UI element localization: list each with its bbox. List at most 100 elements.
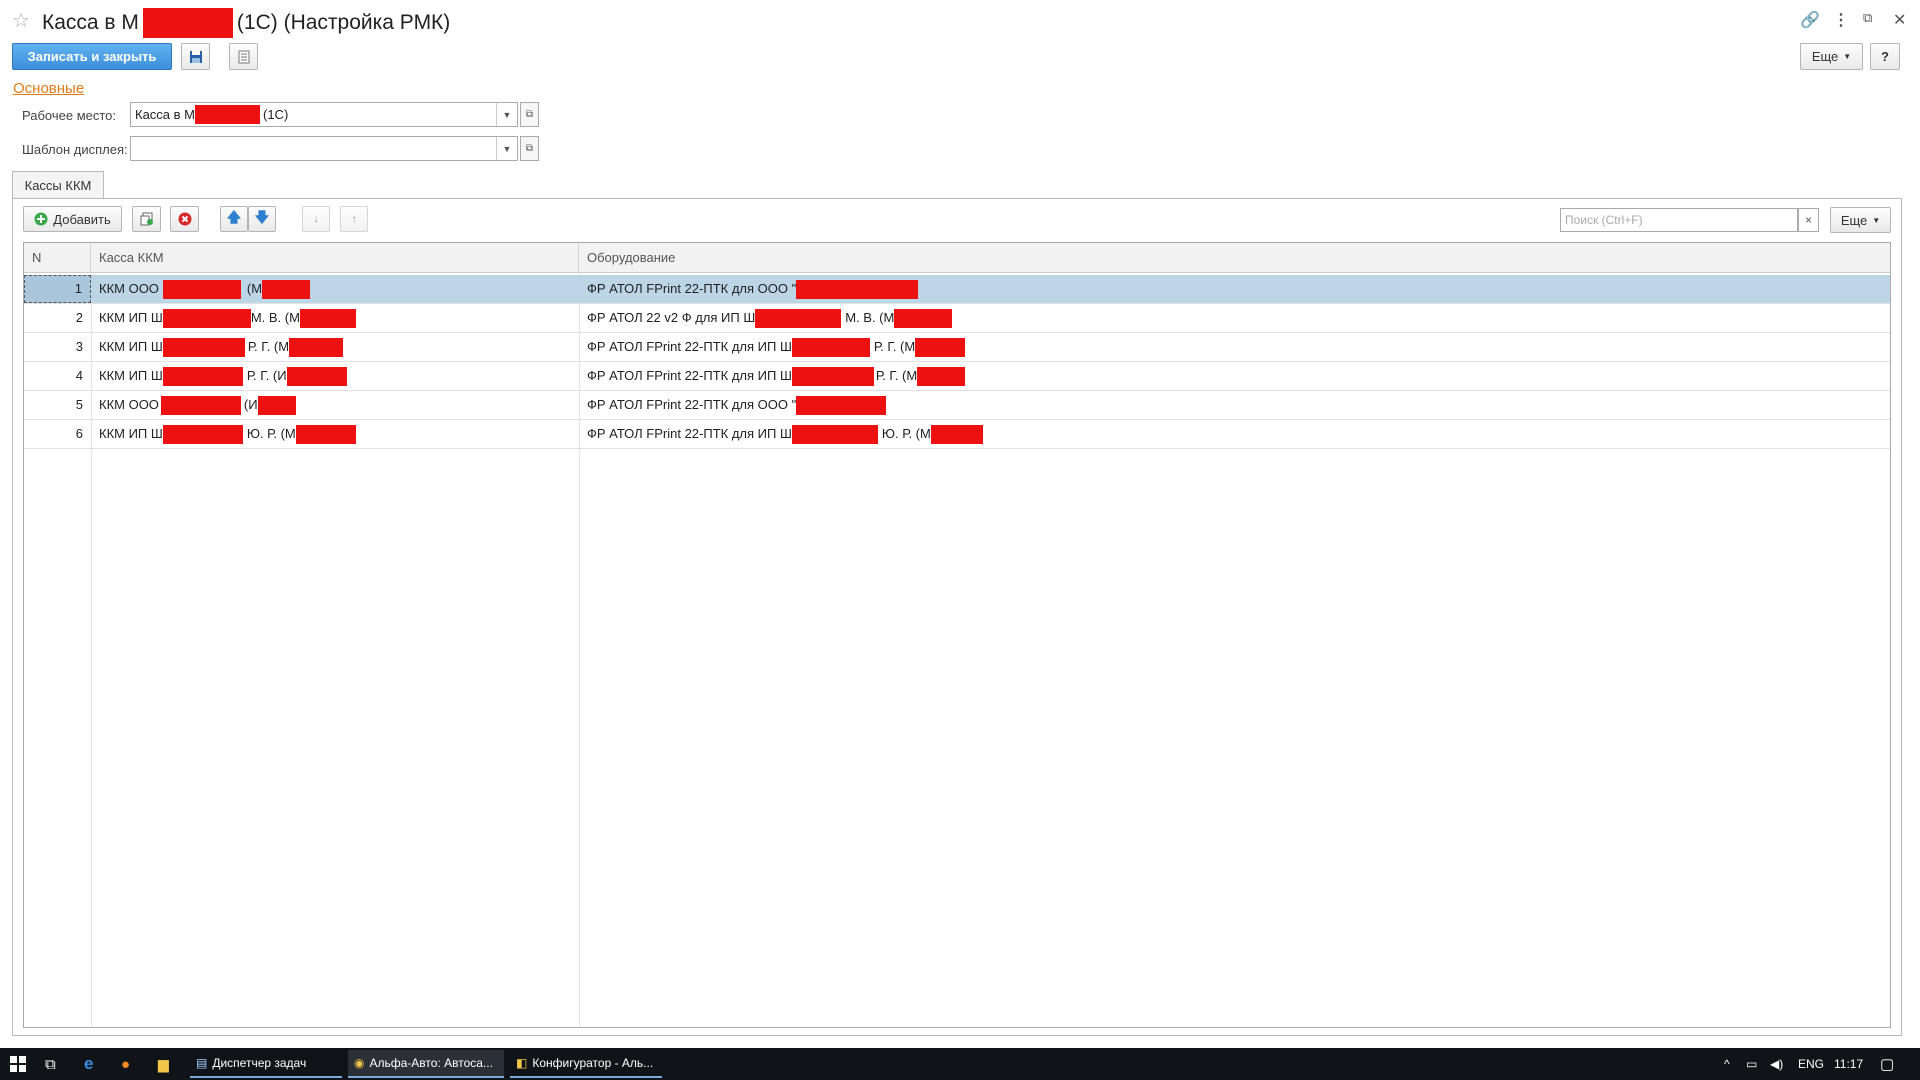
link-icon[interactable]: 🔗	[1800, 10, 1820, 30]
more-button[interactable]: Еще ▼	[1800, 43, 1863, 70]
column-header-n[interactable]: N	[24, 243, 91, 273]
open-icon[interactable]: ⧉	[520, 102, 539, 127]
more-label: Еще	[1840, 212, 1868, 228]
file-explorer-icon[interactable]: ▆	[158, 1050, 169, 1078]
dropdown-arrow-icon[interactable]: ▼	[496, 103, 517, 126]
tab-kassy-kkm[interactable]: Кассы ККМ	[12, 171, 104, 198]
redacted-block	[930, 424, 983, 444]
open-icon[interactable]: ⧉	[520, 136, 539, 161]
floppy-disk-icon	[189, 50, 202, 63]
network-icon[interactable]: ▭	[1746, 1050, 1757, 1078]
table-row[interactable]: 1 ККМ ООО (М ФР АТОЛ FPrint 22-ПТК для О…	[24, 275, 1890, 304]
table-row[interactable]: 4 ККМ ИП Ш Р. Г. (И ФР АТОЛ FPrint 22-ПТ…	[24, 362, 1890, 391]
menu-dots-icon[interactable]: ⋮	[1833, 10, 1849, 30]
restore-icon[interactable]: ⧉	[1863, 10, 1872, 26]
equipment-cell: ФР АТОЛ FPrint 22-ПТК для ООО "	[579, 391, 1879, 419]
move-down-button[interactable]: 🡇	[248, 206, 276, 232]
redacted-block	[162, 337, 245, 357]
copy-icon	[140, 212, 153, 226]
taskbar-app-configurator[interactable]: ◧ Конфигуратор - Аль...	[510, 1050, 662, 1078]
sort-descending-button[interactable]: ↑	[340, 206, 368, 232]
table-row[interactable]: 2 ККМ ИП Ш М. В. (М ФР АТОЛ 22 v2 Ф для …	[24, 304, 1890, 333]
copy-button[interactable]	[132, 206, 161, 232]
configurator-icon: ◧	[516, 1056, 528, 1070]
group-link-main[interactable]: Основные	[13, 80, 84, 97]
kassa-text: ККМ ИП Ш	[99, 310, 163, 325]
windows-start-icon[interactable]	[10, 1050, 26, 1078]
kassa-cell: ККМ ООО (М	[91, 275, 579, 303]
equipment-cell: ФР АТОЛ FPrint 22-ПТК для ИП Ш Ю. Р. (М	[579, 420, 1879, 448]
equipment-text: ФР АТОЛ 22 v2 Ф для ИП Ш	[587, 310, 756, 325]
delete-icon	[178, 212, 191, 226]
firefox-icon[interactable]: ●	[121, 1050, 130, 1078]
table-more-button[interactable]: Еще ▼	[1830, 207, 1891, 233]
equipment-text: ФР АТОЛ FPrint 22-ПТК для ИП Ш	[587, 426, 792, 441]
save-and-close-button[interactable]: Записать и закрыть	[12, 43, 172, 70]
workplace-field[interactable]: Касса в М (1С) ▼	[130, 102, 518, 127]
equipment-text-b: Ю. Р. (М	[881, 426, 931, 441]
display-template-field[interactable]: ▼	[130, 136, 518, 161]
row-number: 6	[75, 426, 83, 441]
row-number: 5	[75, 397, 83, 412]
notifications-icon[interactable]: ▢	[1880, 1050, 1894, 1078]
kassa-cell: ККМ ИП Ш Ю. Р. (М	[91, 420, 579, 448]
equipment-cell: ФР АТОЛ FPrint 22-ПТК для ИП Ш Р. Г. (М	[579, 362, 1879, 390]
kassa-text: ККМ ООО	[99, 281, 159, 296]
internet-explorer-icon[interactable]: e	[84, 1050, 93, 1078]
search-placeholder: Поиск (Ctrl+F)	[1565, 213, 1643, 227]
table-row[interactable]: 5 ККМ ООО (И ФР АТОЛ FPrint 22-ПТК для О…	[24, 391, 1890, 420]
title-prefix: Касса в М	[42, 11, 139, 34]
redacted-block	[257, 395, 296, 415]
taskbar-app-task-manager[interactable]: ▤ Диспетчер задач	[190, 1050, 342, 1078]
add-button[interactable]: Добавить	[23, 206, 122, 232]
kassa-text-b: М. В. (М	[250, 310, 300, 325]
task-manager-icon: ▤	[196, 1056, 208, 1070]
arrow-down-icon: 🡇	[254, 209, 270, 225]
equipment-text: ФР АТОЛ FPrint 22-ПТК для ИП Ш	[587, 339, 792, 354]
close-icon[interactable]: ✕	[1893, 10, 1906, 30]
column-header-equipment[interactable]: Оборудование	[579, 243, 1890, 273]
search-input[interactable]: Поиск (Ctrl+F)	[1560, 208, 1798, 232]
redacted-block	[162, 279, 241, 299]
redacted-block	[162, 366, 243, 386]
dropdown-arrow-icon[interactable]: ▼	[496, 137, 517, 160]
more-label: Еще	[1811, 49, 1839, 64]
taskbar-app-alfa-auto[interactable]: ◉ Альфа-Авто: Автоса...	[348, 1050, 504, 1078]
kassa-cell: ККМ ИП Ш Р. Г. (И	[91, 362, 579, 390]
sort-ascending-icon: ↓	[313, 213, 319, 225]
kassa-cell: ККМ ООО (И	[91, 391, 579, 419]
equipment-text: ФР АТОЛ FPrint 22-ПТК для ИП Ш	[587, 368, 792, 383]
language-indicator[interactable]: ENG	[1798, 1050, 1824, 1078]
volume-icon[interactable]: ◀)	[1770, 1050, 1783, 1078]
help-button[interactable]: ?	[1870, 43, 1900, 70]
sort-ascending-button[interactable]: ↓	[302, 206, 330, 232]
equipment-text-b: Р. Г. (М	[875, 368, 918, 383]
table-row[interactable]: 3 ККМ ИП Ш Р. Г. (М ФР АТОЛ FPrint 22-ПТ…	[24, 333, 1890, 362]
column-header-kassa[interactable]: Касса ККМ	[91, 243, 579, 273]
save-button[interactable]	[181, 43, 210, 70]
delete-button[interactable]	[170, 206, 199, 232]
favorite-star-icon[interactable]: ☆	[12, 8, 30, 33]
tray-chevron-up-icon[interactable]: ^	[1724, 1050, 1730, 1078]
kassa-cell: ККМ ИП Ш Р. Г. (М	[91, 333, 579, 361]
equipment-text: ФР АТОЛ FPrint 22-ПТК для ООО "	[587, 397, 797, 412]
row-number: 1	[24, 275, 91, 303]
redacted-block	[142, 8, 233, 38]
redacted-block	[299, 308, 356, 328]
kassa-text: ККМ ИП Ш	[99, 426, 163, 441]
task-view-icon[interactable]: ⧉	[45, 1050, 56, 1078]
table-row[interactable]: 6 ККМ ИП Ш Ю. Р. (М ФР АТОЛ FPrint 22-ПТ…	[24, 420, 1890, 449]
report-button[interactable]	[229, 43, 258, 70]
display-template-label: Шаблон дисплея:	[22, 142, 128, 157]
workplace-value-prefix: Касса в М	[135, 107, 195, 122]
redacted-block	[195, 105, 260, 124]
kkm-table: N Касса ККМ Оборудование 1 ККМ ООО (М ФР…	[23, 242, 1891, 1028]
redacted-block	[894, 308, 953, 328]
clock[interactable]: 11:17	[1834, 1050, 1863, 1078]
move-up-button[interactable]: 🡅	[220, 206, 248, 232]
search-clear-button[interactable]: ×	[1798, 208, 1819, 232]
1c-app-icon: ◉	[354, 1056, 365, 1070]
kassa-cell: ККМ ИП Ш М. В. (М	[91, 304, 579, 332]
kassa-text-b: Р. Г. (М	[247, 339, 290, 354]
redacted-block	[160, 395, 241, 415]
